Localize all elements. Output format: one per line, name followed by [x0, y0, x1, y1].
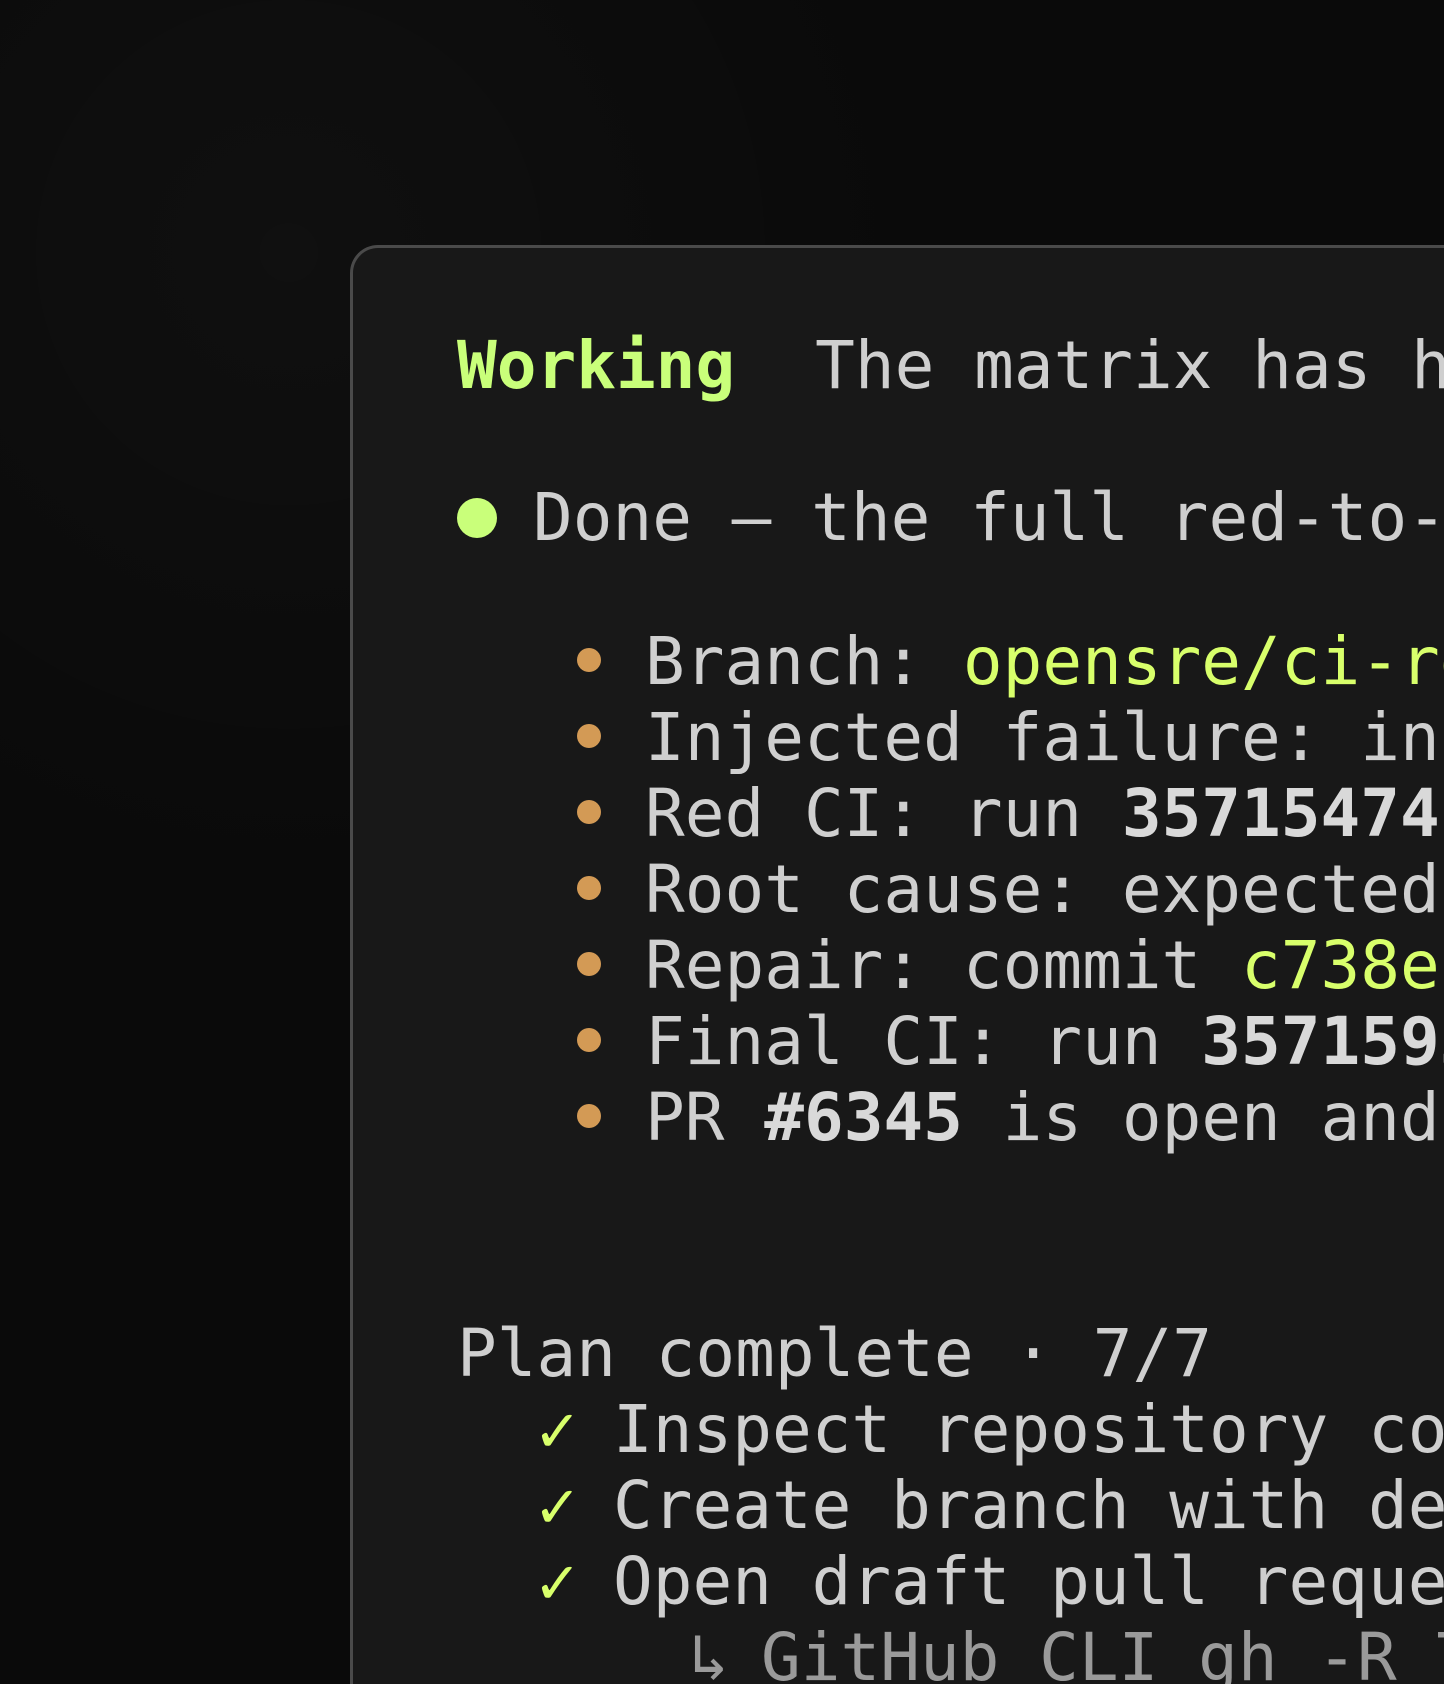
status-message: The matrix has ha [815, 327, 1444, 404]
bullet-dot-icon [577, 723, 601, 748]
bullet-dot-icon [577, 647, 601, 672]
check-icon: ✓ [537, 1391, 577, 1468]
branch-name: opensre/ci-re [962, 623, 1444, 700]
pr-number: #6345 [764, 1079, 963, 1156]
check-icon: ✓ [537, 1467, 577, 1544]
summary-item-final-ci: Final CI: run 3571593 [577, 1004, 1444, 1080]
red-ci-run-id: 357154741 [1121, 775, 1444, 852]
status-line: Working The matrix has ha [457, 328, 1444, 404]
working-label: Working [457, 327, 736, 404]
plan-substep: ↳ GitHub CLI gh -R T [689, 1620, 1444, 1684]
summary-item-repair: Repair: commit c738ea [577, 928, 1444, 1004]
summary-item-pr: PR #6345 is open and [577, 1080, 1440, 1156]
done-line: Done — the full red-to-g [457, 480, 1444, 556]
sub-arrow-icon: ↳ [689, 1619, 729, 1684]
summary-item-root-cause: Root cause: expected [577, 852, 1440, 928]
bullet-dot-icon [577, 875, 601, 900]
repair-commit-hash: c738ea [1241, 927, 1444, 1004]
summary-item-injected-failure: Injected failure: inc [577, 700, 1444, 776]
done-text: Done — the full red-to-g [533, 479, 1444, 556]
bullet-dot-icon [577, 951, 601, 976]
terminal-panel: Working The matrix has ha Done — the full… [350, 245, 1444, 1684]
done-dot-icon [457, 497, 497, 538]
plan-step: ✓ Open draft pull reques [537, 1543, 1444, 1620]
summary-item-red-ci: Red CI: run 357154741 [577, 776, 1444, 852]
bullet-dot-icon [577, 799, 601, 824]
final-ci-run-id: 3571593 [1201, 1003, 1444, 1080]
summary-item-branch: Branch: opensre/ci-re [577, 624, 1444, 700]
bullet-dot-icon [577, 1103, 601, 1128]
bullet-dot-icon [577, 1027, 601, 1052]
plan-title: Plan complete · 7/7 [457, 1315, 1212, 1392]
plan-step: ✓ Create branch with del [537, 1467, 1444, 1544]
check-icon: ✓ [537, 1543, 577, 1620]
plan-step: ✓ Inspect repository con [537, 1391, 1444, 1468]
